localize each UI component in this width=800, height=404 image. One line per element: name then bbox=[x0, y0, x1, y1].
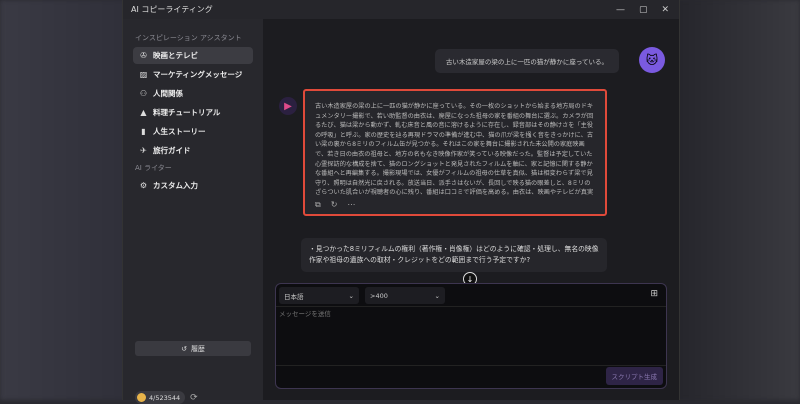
regenerate-icon[interactable]: ↻ bbox=[331, 200, 338, 210]
generate-script-button[interactable]: スクリプト生成 bbox=[605, 367, 663, 385]
user-message: 古い木造家屋の梁の上に一匹の猫が静かに座っている。 bbox=[434, 49, 619, 73]
sidebar-item-life-story[interactable]: ▮ 人生ストーリー bbox=[133, 123, 253, 140]
label: 旅行ガイド bbox=[153, 146, 191, 155]
window-title: AI コピーライティング bbox=[131, 5, 213, 14]
airplane-icon: ✈ bbox=[140, 146, 147, 155]
sidebar-item-custom[interactable]: ⚙ カスタム入力 bbox=[133, 177, 253, 194]
coin-icon bbox=[137, 393, 146, 402]
language-select[interactable]: 日本語 ⌄ bbox=[279, 287, 359, 304]
new-chat-icon[interactable]: ⊞ bbox=[650, 289, 658, 299]
sidebar: インスピレーション アシスタント ✇ 映画とテレビ ▨ マーケティングメッセージ ⚇… bbox=[123, 19, 263, 404]
assistant-message: 古い木造家屋の梁の上に一匹の猫が静かに座っている。その一枚のショットから始まる地… bbox=[303, 89, 607, 216]
close-icon[interactable]: ✕ bbox=[661, 5, 669, 15]
composer: 日本語 ⌄ >400 ⌄ ⊞ メッセージを送信 スクリプト生成 bbox=[275, 283, 667, 389]
label: 料理チュートリアル bbox=[153, 108, 221, 117]
value: 日本語 bbox=[284, 292, 304, 301]
section-label: AI ライター bbox=[135, 164, 172, 172]
maximize-icon[interactable]: ▢ bbox=[639, 5, 648, 15]
people-icon: ⚇ bbox=[139, 89, 148, 98]
sidebar-item-marketing[interactable]: ▨ マーケティングメッセージ bbox=[133, 66, 253, 83]
label: 履歴 bbox=[190, 344, 205, 353]
label: 人生ストーリー bbox=[153, 127, 206, 136]
user-avatar: 🐱 bbox=[639, 47, 665, 73]
more-icon[interactable]: ⋯ bbox=[347, 200, 355, 210]
book-icon: ▮ bbox=[141, 127, 146, 136]
sidebar-item-film-tv[interactable]: ✇ 映画とテレビ bbox=[133, 47, 253, 64]
sidebar-item-relationships[interactable]: ⚇ 人間関係 bbox=[133, 85, 253, 102]
chat-area: 古い木造家屋の梁の上に一匹の猫が静かに座っている。 🐱 ▶ 古い木造家屋の梁の上… bbox=[263, 19, 679, 400]
refresh-icon[interactable]: ⟳ bbox=[190, 393, 198, 403]
length-select[interactable]: >400 ⌄ bbox=[365, 287, 445, 304]
chart-icon: ▨ bbox=[139, 70, 148, 79]
credit-count: 4/523544 bbox=[149, 393, 181, 402]
history-button[interactable]: ↺ 履歴 bbox=[135, 341, 251, 356]
gear-icon: ⚙ bbox=[139, 181, 148, 190]
section-label: インスピレーション アシスタント bbox=[135, 34, 242, 42]
chevron-down-icon: ⌄ bbox=[348, 291, 354, 300]
app-window: AI コピーライティング — ▢ ✕ インスピレーション アシスタント ✇ 映画と… bbox=[122, 0, 680, 404]
sidebar-item-cooking[interactable]: ▲ 料理チュートリアル bbox=[133, 104, 253, 121]
credits: 4/523544 ⟳ bbox=[135, 391, 198, 404]
title-bar: AI コピーライティング — ▢ ✕ bbox=[123, 0, 679, 19]
cooking-icon: ▲ bbox=[140, 108, 147, 117]
label: マーケティングメッセージ bbox=[153, 70, 243, 79]
label: カスタム入力 bbox=[153, 181, 198, 190]
minimize-icon[interactable]: — bbox=[616, 5, 625, 15]
value: >400 bbox=[370, 291, 388, 300]
copy-icon[interactable]: ⧉ bbox=[315, 200, 321, 210]
followup-suggestion[interactable]: ・見つかった8ミリフィルムの権利（著作権・肖像権）はどのように確認・処理し、無名… bbox=[301, 238, 607, 272]
assistant-avatar: ▶ bbox=[279, 97, 297, 115]
sidebar-item-travel[interactable]: ✈ 旅行ガイド bbox=[133, 142, 253, 159]
chevron-down-icon: ⌄ bbox=[434, 291, 440, 300]
film-reel-icon: ✇ bbox=[140, 51, 147, 60]
label: 映画とテレビ bbox=[153, 51, 198, 60]
label: 人間関係 bbox=[153, 89, 183, 98]
message-input[interactable]: メッセージを送信 bbox=[279, 308, 331, 318]
history-icon: ↺ bbox=[181, 344, 187, 353]
message-text: 古い木造家屋の梁の上に一匹の猫が静かに座っている。その一枚のショットから始まる地… bbox=[315, 103, 594, 197]
